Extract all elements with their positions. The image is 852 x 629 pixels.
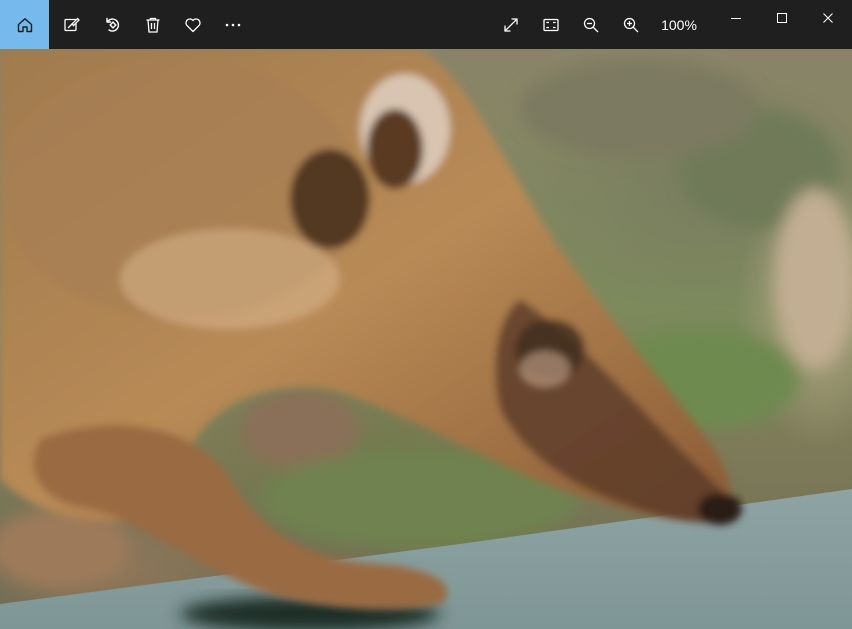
zoom-in-button[interactable]	[611, 0, 651, 49]
app-toolbar: 100%	[0, 0, 852, 49]
home-button[interactable]	[0, 0, 49, 49]
favorite-icon	[185, 17, 201, 32]
coati-photo	[0, 49, 852, 629]
zoom-level[interactable]: 100%	[652, 0, 706, 49]
fullscreen-button[interactable]	[491, 0, 531, 49]
zoom-out-icon	[583, 17, 599, 32]
zoom-out-button[interactable]	[571, 0, 611, 49]
rotate-button[interactable]	[93, 0, 133, 49]
minimize-icon	[731, 18, 741, 19]
actual-size-icon	[543, 18, 559, 31]
delete-button[interactable]	[133, 0, 173, 49]
rotate-icon	[106, 17, 120, 32]
photo-canvas[interactable]	[0, 49, 852, 629]
close-button[interactable]	[805, 0, 851, 36]
home-icon	[17, 17, 32, 32]
zoom-in-icon	[623, 17, 639, 32]
more-icon	[225, 23, 241, 26]
favorite-button[interactable]	[173, 0, 213, 49]
actual-size-button[interactable]	[531, 0, 571, 49]
maximize-button[interactable]	[759, 0, 805, 36]
maximize-icon	[777, 13, 787, 23]
minimize-button[interactable]	[713, 0, 759, 36]
more-button[interactable]	[213, 0, 253, 49]
fullscreen-icon	[504, 17, 518, 32]
close-icon	[823, 13, 833, 23]
edit-button[interactable]	[52, 0, 92, 49]
delete-icon	[146, 17, 160, 33]
edit-icon	[64, 17, 80, 31]
